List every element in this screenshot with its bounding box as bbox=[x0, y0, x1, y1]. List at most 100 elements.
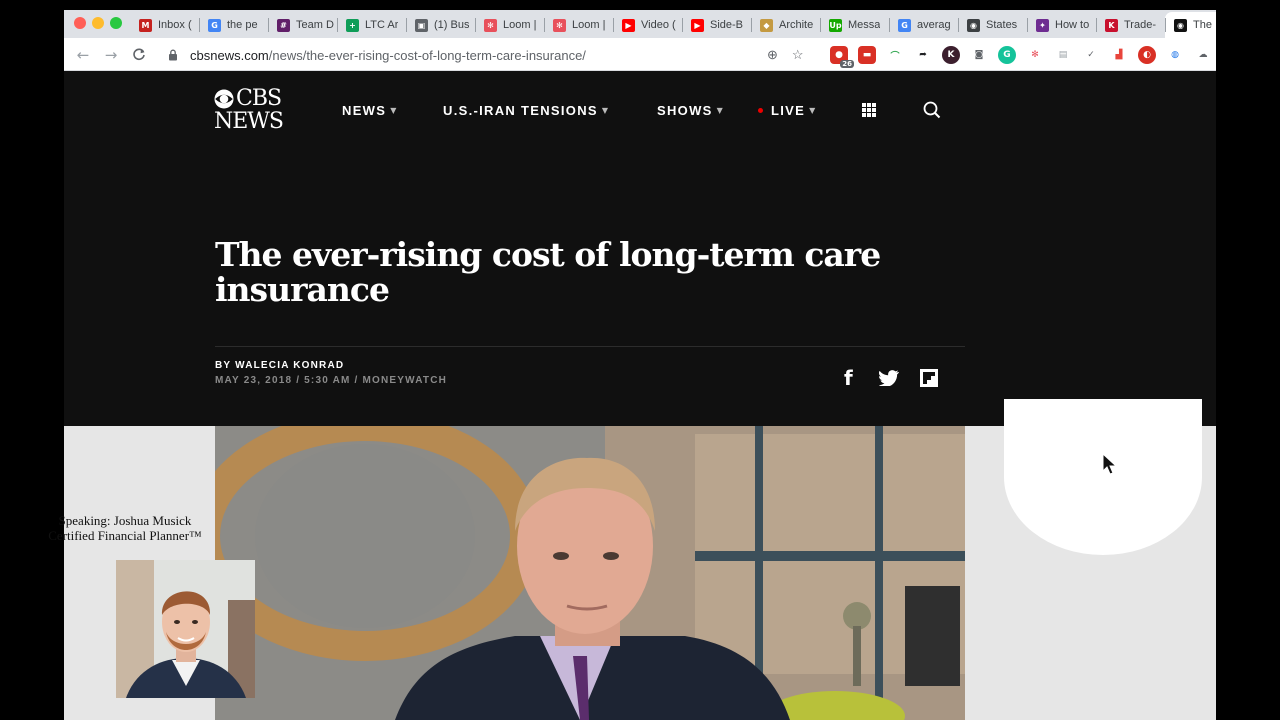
bookmark-star-icon[interactable]: ☆ bbox=[792, 47, 804, 63]
camera-extension-icon[interactable]: ◙ bbox=[970, 46, 988, 64]
browser-tab[interactable]: ▣ (1) Bus bbox=[406, 12, 475, 38]
nav-iran-tensions[interactable]: U.S.-IRAN TENSIONS ▼ bbox=[443, 103, 609, 118]
shield-icon: ◆ bbox=[760, 18, 773, 32]
rainbow-extension-icon[interactable]: ⌒ bbox=[886, 46, 904, 64]
browser-tab[interactable]: ◉ The bbox=[1165, 12, 1216, 38]
site-header: CBS NEWS NEWS ▼ U.S.-IRAN TENSIONS ▼ SHOWS… bbox=[64, 71, 1216, 151]
flipboard-share-icon[interactable] bbox=[920, 369, 938, 387]
browser-tab[interactable]: # Team D bbox=[268, 12, 337, 38]
browser-tab[interactable]: ✻ Loom | bbox=[544, 12, 613, 38]
video-frame-news-anchor bbox=[215, 426, 965, 720]
add-icon[interactable]: ⊕ bbox=[767, 47, 778, 63]
nav-news[interactable]: NEWS ▼ bbox=[342, 103, 398, 118]
back-button[interactable]: ← bbox=[74, 46, 92, 64]
extension-badge: 26 bbox=[840, 60, 854, 68]
byline-prefix: BY bbox=[215, 360, 232, 371]
browser-tab-label: Loom | bbox=[503, 19, 537, 31]
k-extension-icon[interactable]: K bbox=[942, 46, 960, 64]
search-icon[interactable] bbox=[923, 101, 941, 119]
omnibox-actions: ⊕ ☆ bbox=[767, 47, 804, 63]
chevron-down-icon: ▼ bbox=[390, 106, 398, 115]
chevron-down-icon: ▼ bbox=[716, 106, 725, 115]
share-arrow-extension-icon[interactable]: ➦ bbox=[914, 46, 932, 64]
grammarly-extension-icon[interactable]: G bbox=[998, 46, 1016, 64]
tab-list: M Inbox ( Gthe pe # Team D + LTC Ar ▣ (1) Bus ✻ Lo… bbox=[130, 12, 1216, 38]
browser-tab[interactable]: Up Messa bbox=[820, 12, 889, 38]
loom-icon: ✻ bbox=[484, 18, 497, 32]
browser-tab[interactable]: + LTC Ar bbox=[337, 12, 406, 38]
window-maximize-button[interactable] bbox=[110, 17, 122, 29]
nav-live[interactable]: LIVE ▼ bbox=[758, 103, 817, 118]
lastpass-extension-icon[interactable]: ● 26 bbox=[830, 46, 854, 68]
google-icon: G bbox=[898, 18, 911, 32]
chart-extension-icon[interactable]: ▟ bbox=[1110, 46, 1128, 64]
browser-tab-label: How to bbox=[1055, 19, 1090, 31]
browser-tab-label: Video ( bbox=[641, 19, 676, 31]
puzzle-extension-icon[interactable]: ▤ bbox=[1054, 46, 1072, 64]
loom-extension-icon[interactable]: ✻ bbox=[1026, 46, 1044, 64]
red-extension-icon[interactable]: ◐ bbox=[1138, 46, 1156, 64]
browser-tab[interactable]: ✻ Loom | bbox=[475, 12, 544, 38]
article-byline: BY WALECIA KONRAD bbox=[215, 360, 344, 371]
headline-divider bbox=[215, 346, 965, 347]
url-path: /news/the-ever-rising-cost-of-long-term-… bbox=[268, 47, 586, 63]
gmail-icon: M bbox=[139, 18, 152, 32]
check-extension-icon[interactable]: ✓ bbox=[1082, 46, 1100, 64]
browser-tab-label: averag bbox=[917, 19, 951, 31]
page-icon: ▣ bbox=[415, 18, 428, 32]
browser-tab[interactable]: ▶ Video ( bbox=[613, 12, 682, 38]
chevron-down-icon: ▼ bbox=[809, 106, 817, 115]
browser-tab[interactable]: M Inbox ( bbox=[130, 12, 199, 38]
browser-tab[interactable]: Gaverag bbox=[889, 12, 958, 38]
browser-tab[interactable]: ✦ How to bbox=[1027, 12, 1096, 38]
speaker-caption: Speaking: Joshua Musick Certified Financ… bbox=[40, 513, 210, 543]
reload-icon bbox=[133, 48, 145, 61]
slack-icon: # bbox=[277, 18, 290, 32]
facebook-share-icon[interactable]: f bbox=[844, 368, 858, 388]
youtube-icon: ▶ bbox=[691, 18, 704, 32]
browser-tab-label: Team D bbox=[296, 19, 334, 31]
window-minimize-button[interactable] bbox=[92, 17, 104, 29]
logo-text-news: NEWS bbox=[214, 109, 284, 134]
extension-bar: ● 26 ▬ ⌒ ➦ K ◙ G ✻ ▤ ✓ ▟ ◐ ◍ ☁ bbox=[830, 46, 1212, 68]
cbs-news-logo[interactable]: CBS NEWS bbox=[214, 88, 288, 134]
speaker-title: Certified Financial Planner™ bbox=[48, 528, 202, 543]
apps-grid-icon[interactable] bbox=[862, 103, 876, 117]
chevron-down-icon: ▼ bbox=[601, 106, 610, 115]
nav-shows[interactable]: SHOWS ▼ bbox=[657, 103, 724, 118]
tab-strip: M Inbox ( Gthe pe # Team D + LTC Ar ▣ (1) Bus ✻ Lo… bbox=[64, 10, 1216, 38]
nav-news-label: NEWS bbox=[342, 103, 387, 118]
loom-icon: ✻ bbox=[553, 18, 566, 32]
blue-extension-icon[interactable]: ◍ bbox=[1166, 46, 1184, 64]
todoist-extension-icon[interactable]: ▬ bbox=[858, 46, 876, 64]
browser-tab-label: Messa bbox=[848, 19, 881, 31]
speaker-webcam-photo bbox=[116, 560, 255, 698]
browser-tab-label: Inbox ( bbox=[158, 19, 192, 31]
youtube-icon: ▶ bbox=[622, 18, 635, 32]
nav-live-label: LIVE bbox=[771, 103, 806, 118]
cloud-extension-icon[interactable]: ☁ bbox=[1194, 46, 1212, 64]
lock-icon bbox=[168, 49, 180, 61]
logo-text-cbs: CBS bbox=[236, 86, 282, 111]
browser-tab[interactable]: ◉ States bbox=[958, 12, 1027, 38]
forward-button[interactable]: → bbox=[102, 46, 120, 64]
browser-tab-label: Loom | bbox=[572, 19, 606, 31]
browser-tab[interactable]: ◆ Archite bbox=[751, 12, 820, 38]
twitter-share-icon[interactable] bbox=[879, 370, 899, 386]
reload-button[interactable] bbox=[130, 46, 148, 64]
cursor-highlight bbox=[1004, 399, 1202, 555]
browser-tab-label: the pe bbox=[227, 19, 258, 31]
article-video-player[interactable] bbox=[215, 426, 965, 720]
browser-tab[interactable]: Gthe pe bbox=[199, 12, 268, 38]
browser-tab-label: LTC Ar bbox=[365, 19, 399, 31]
live-indicator-dot bbox=[758, 108, 763, 113]
nav-shows-label: SHOWS bbox=[657, 103, 713, 118]
browser-tab[interactable]: ▶ Side-B bbox=[682, 12, 751, 38]
cbs-eye-icon: ◉ bbox=[1174, 18, 1187, 32]
window-close-button[interactable] bbox=[74, 17, 86, 29]
google-icon: G bbox=[208, 18, 221, 32]
article-dateline: MAY 23, 2018 / 5:30 AM / MONEYWATCH bbox=[215, 375, 448, 386]
browser-tab[interactable]: K Trade- bbox=[1096, 12, 1165, 38]
author-link[interactable]: WALECIA KONRAD bbox=[235, 360, 344, 371]
url-domain: cbsnews.com bbox=[190, 47, 269, 63]
